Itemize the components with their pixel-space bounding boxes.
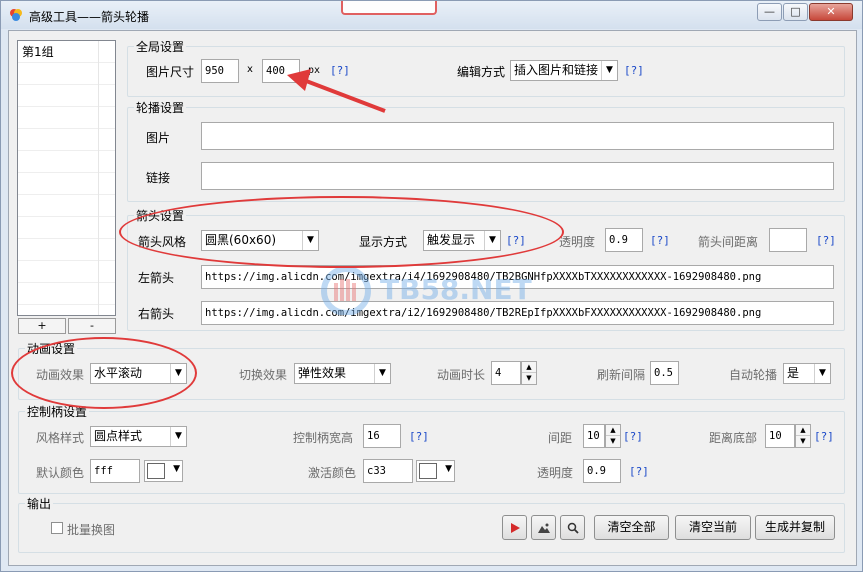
carousel-settings-legend: 轮播设置 bbox=[134, 99, 187, 116]
spacing-stepper[interactable]: ▲ ▼ bbox=[605, 424, 621, 448]
maximize-button[interactable]: □ bbox=[783, 3, 808, 21]
handle-style-value: 圆点样式 bbox=[94, 429, 143, 443]
generate-copy-button[interactable]: 生成并复制 bbox=[755, 515, 835, 540]
active-color-input[interactable]: c33 bbox=[363, 459, 413, 483]
bottom-distance-stepper[interactable]: ▲ ▼ bbox=[795, 424, 811, 448]
auto-play-select[interactable]: 是 ▼ bbox=[783, 363, 831, 384]
switch-effect-value: 弹性效果 bbox=[298, 366, 347, 380]
color-swatch bbox=[419, 463, 437, 479]
duration-stepper[interactable]: ▲ ▼ bbox=[521, 361, 537, 385]
app-window: 高级工具——箭头轮播 — □ ✕ 第1组 + - 全局设置 图片尺寸 950 x… bbox=[0, 0, 863, 572]
active-color-picker[interactable]: ▼ bbox=[416, 460, 455, 482]
handle-opacity-label: 透明度 bbox=[537, 466, 574, 480]
handle-spacing-input[interactable]: 10 bbox=[583, 424, 605, 448]
batch-replace-checkbox[interactable] bbox=[51, 522, 63, 534]
link-label: 链接 bbox=[146, 171, 171, 185]
play-icon bbox=[510, 523, 520, 533]
arrow-gap-label: 箭头间距离 bbox=[698, 235, 759, 249]
chevron-down-icon: ▼ bbox=[173, 464, 180, 474]
title-bar: 高级工具——箭头轮播 — □ ✕ bbox=[1, 1, 862, 29]
switch-effect-label: 切换效果 bbox=[239, 368, 288, 382]
bottom-distance-label: 距离底部 bbox=[709, 431, 758, 445]
default-color-picker[interactable]: ▼ bbox=[144, 460, 183, 482]
play-button[interactable] bbox=[502, 515, 527, 540]
watermark-text: TB58.NET bbox=[380, 273, 532, 306]
arrow-opacity-label: 透明度 bbox=[559, 235, 596, 249]
arrow-opacity-input[interactable]: 0.9 bbox=[605, 228, 643, 252]
arrow-opacity-help-link[interactable]: [?] bbox=[650, 234, 670, 247]
clear-current-button[interactable]: 清空当前 bbox=[675, 515, 751, 540]
image-url-input[interactable] bbox=[201, 122, 834, 150]
color-swatch bbox=[147, 463, 165, 479]
arrow-gap-help-link[interactable]: [?] bbox=[816, 234, 836, 247]
bottom-distance-input[interactable]: 10 bbox=[765, 424, 795, 448]
image-button[interactable] bbox=[531, 515, 556, 540]
handle-style-label: 风格样式 bbox=[36, 431, 85, 445]
image-width-input[interactable]: 950 bbox=[201, 59, 239, 83]
close-button[interactable]: ✕ bbox=[809, 3, 853, 21]
batch-replace-label: 批量换图 bbox=[67, 523, 116, 537]
handle-style-select[interactable]: 圆点样式 ▼ bbox=[90, 426, 187, 447]
handle-spacing-help-link[interactable]: [?] bbox=[623, 430, 643, 443]
annotation-ellipse-arrow bbox=[119, 196, 564, 268]
remove-group-button[interactable]: - bbox=[68, 318, 116, 334]
handle-spacing-label: 间距 bbox=[548, 431, 573, 445]
global-settings-legend: 全局设置 bbox=[134, 38, 187, 55]
annotation-ellipse-animation bbox=[11, 337, 197, 409]
image-size-label: 图片尺寸 bbox=[146, 65, 195, 79]
auto-play-value: 是 bbox=[787, 366, 800, 380]
size-separator: x bbox=[247, 64, 253, 75]
handle-size-label: 控制柄宽高 bbox=[293, 431, 354, 445]
clear-all-button[interactable]: 清空全部 bbox=[594, 515, 669, 540]
active-color-label: 激活颜色 bbox=[308, 466, 357, 480]
default-color-label: 默认颜色 bbox=[36, 466, 85, 480]
bottom-distance-help-link[interactable]: [?] bbox=[814, 430, 834, 443]
app-logo-icon bbox=[10, 9, 22, 21]
left-arrow-label: 左箭头 bbox=[138, 271, 175, 285]
chevron-down-icon: ▼ bbox=[601, 61, 617, 80]
arrow-gap-input[interactable] bbox=[769, 228, 807, 252]
window-title: 高级工具——箭头轮播 bbox=[29, 10, 150, 24]
group-list[interactable]: 第1组 bbox=[17, 40, 116, 316]
default-color-input[interactable]: fff bbox=[90, 459, 140, 483]
watermark-hand-icon bbox=[321, 267, 371, 315]
annotation-arrow-icon bbox=[287, 69, 386, 113]
output-legend: 输出 bbox=[25, 495, 54, 512]
refresh-interval-label: 刷新间隔 bbox=[597, 368, 646, 382]
image-icon bbox=[537, 523, 550, 533]
animation-duration-input[interactable]: 4 bbox=[491, 361, 521, 385]
chevron-down-icon: ▼ bbox=[170, 427, 186, 446]
edit-mode-label: 编辑方式 bbox=[457, 65, 506, 79]
chevron-down-icon: ▼ bbox=[814, 364, 830, 383]
minimize-button[interactable]: — bbox=[757, 3, 782, 21]
refresh-interval-input[interactable]: 0.5 bbox=[650, 361, 679, 385]
handle-opacity-input[interactable]: 0.9 bbox=[583, 459, 621, 483]
chevron-down-icon: ▼ bbox=[374, 364, 390, 383]
handle-size-input[interactable]: 16 bbox=[363, 424, 401, 448]
handle-opacity-help-link[interactable]: [?] bbox=[629, 465, 649, 478]
image-label: 图片 bbox=[146, 131, 171, 145]
top-decoration bbox=[341, 1, 437, 15]
magnifier-icon bbox=[567, 522, 579, 534]
edit-mode-value: 插入图片和链接 bbox=[514, 63, 599, 77]
auto-play-label: 自动轮播 bbox=[729, 368, 778, 382]
right-arrow-label: 右箭头 bbox=[138, 307, 175, 321]
switch-effect-select[interactable]: 弹性效果 ▼ bbox=[294, 363, 391, 384]
add-group-button[interactable]: + bbox=[18, 318, 66, 334]
link-url-input[interactable] bbox=[201, 162, 834, 190]
chevron-down-icon: ▼ bbox=[445, 464, 452, 474]
edit-mode-select[interactable]: 插入图片和链接 ▼ bbox=[510, 60, 618, 81]
list-item[interactable]: 第1组 bbox=[18, 41, 115, 63]
handle-size-help-link[interactable]: [?] bbox=[409, 430, 429, 443]
edit-mode-help-link[interactable]: [?] bbox=[624, 64, 644, 77]
animation-duration-label: 动画时长 bbox=[437, 368, 486, 382]
preview-button[interactable] bbox=[560, 515, 585, 540]
